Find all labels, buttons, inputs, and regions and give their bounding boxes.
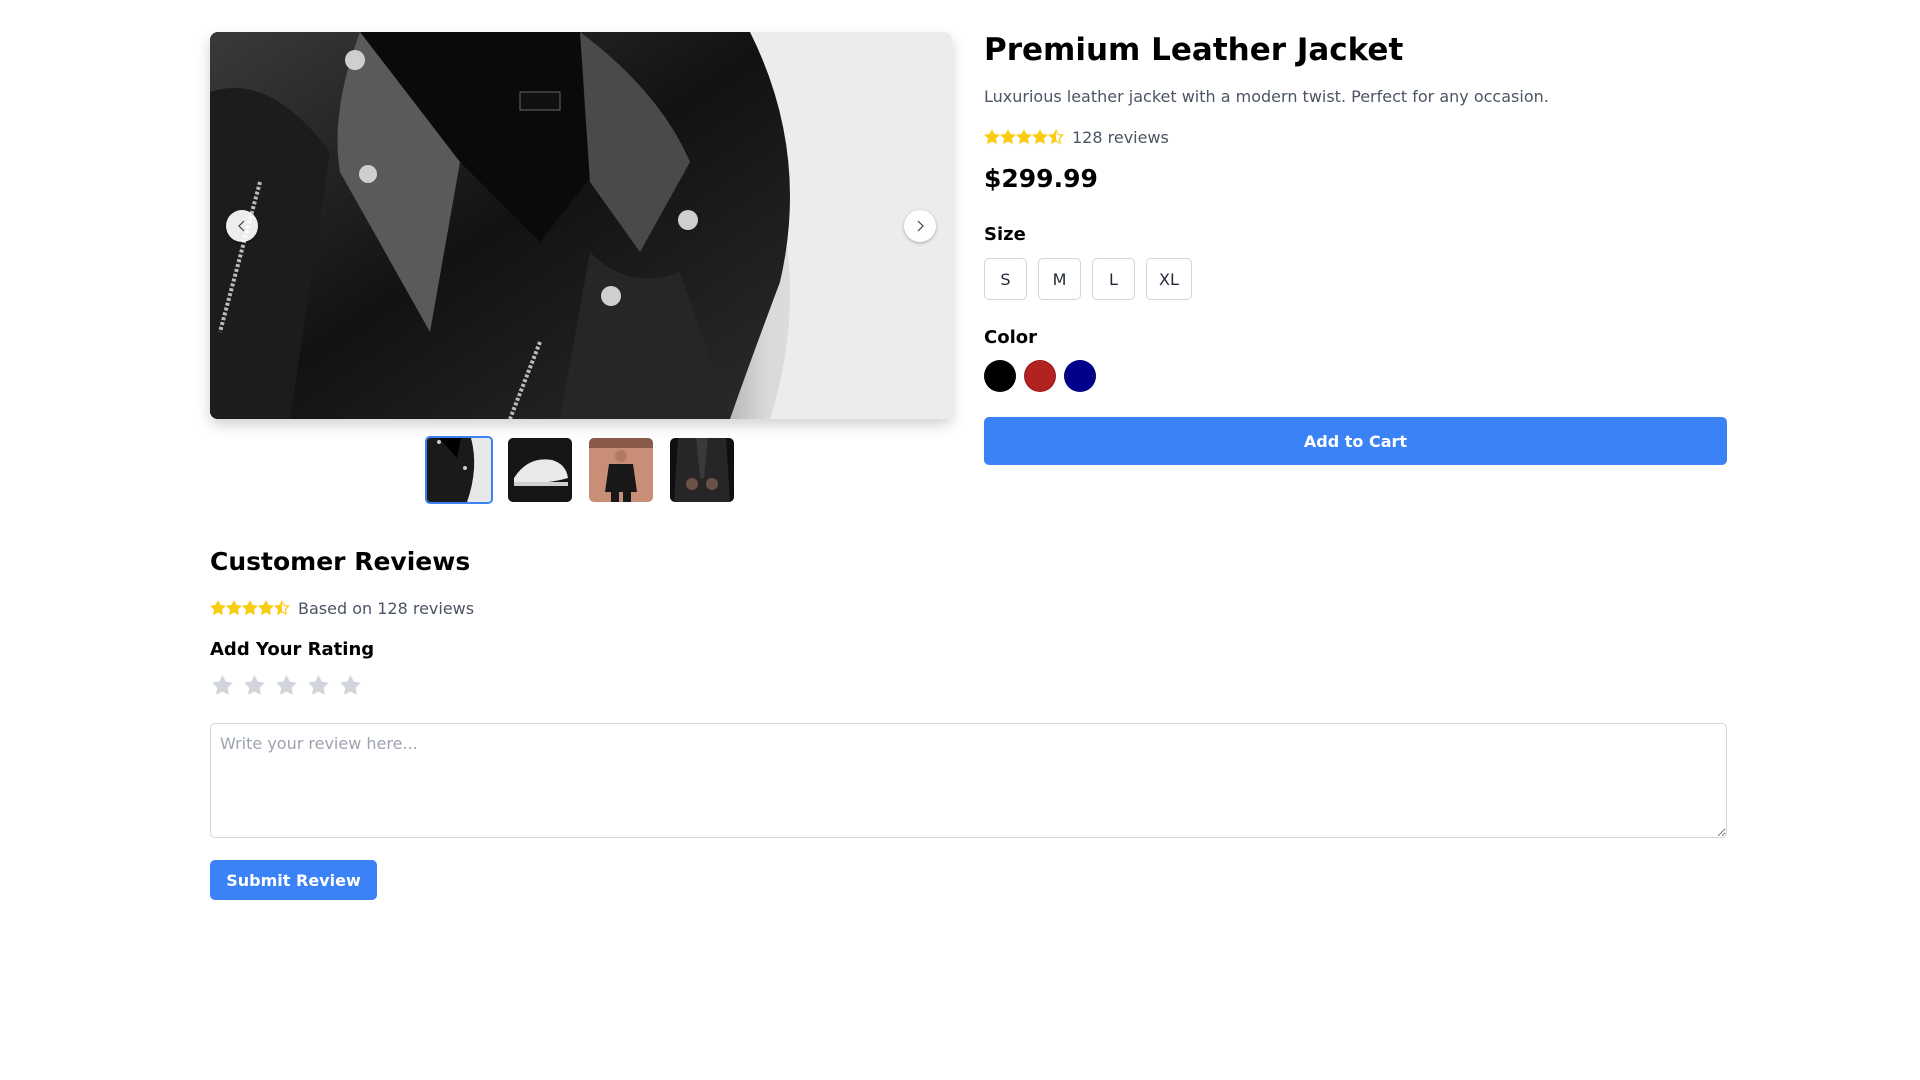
rating-stars <box>984 129 1064 145</box>
add-rating-label: Add Your Rating <box>210 639 375 660</box>
product-title: Premium Leather Jacket <box>984 32 1404 68</box>
color-swatch-black[interactable] <box>984 360 1016 392</box>
rate-star-3-icon[interactable] <box>274 673 299 698</box>
thumbnail-1[interactable] <box>425 436 493 504</box>
thumbnail-strip <box>210 436 952 504</box>
star-filled-icon <box>1000 129 1016 145</box>
rate-star-2-icon[interactable] <box>242 673 267 698</box>
review-count: 128 reviews <box>1072 127 1169 147</box>
review-textarea[interactable] <box>210 723 1727 838</box>
chevron-left-icon <box>238 220 245 232</box>
reviews-summary: Based on 128 reviews <box>210 597 474 619</box>
size-options: S M L XL <box>984 258 1192 300</box>
star-filled-icon <box>210 600 226 616</box>
color-label: Color <box>984 327 1037 348</box>
product-rating: 128 reviews <box>984 126 1169 148</box>
next-image-button[interactable] <box>904 210 936 242</box>
main-product-image <box>210 32 952 419</box>
star-filled-icon <box>242 600 258 616</box>
summary-rating-stars <box>210 600 290 616</box>
rate-star-5-icon[interactable] <box>338 673 363 698</box>
rating-input <box>210 673 363 698</box>
star-filled-icon <box>1032 129 1048 145</box>
prev-image-button[interactable] <box>226 210 258 242</box>
reviews-summary-text: Based on 128 reviews <box>298 598 475 618</box>
size-option-xl[interactable]: XL <box>1146 258 1192 300</box>
thumbnail-3[interactable] <box>589 438 653 502</box>
star-filled-icon <box>258 600 274 616</box>
rate-star-1-icon[interactable] <box>210 673 235 698</box>
star-filled-icon <box>1016 129 1032 145</box>
rate-star-4-icon[interactable] <box>306 673 331 698</box>
size-option-l[interactable]: L <box>1092 258 1135 300</box>
size-option-s[interactable]: S <box>984 258 1027 300</box>
size-label: Size <box>984 224 1026 245</box>
thumbnail-4[interactable] <box>670 438 734 502</box>
chevron-right-icon <box>917 220 924 232</box>
reviews-title: Customer Reviews <box>210 547 471 576</box>
size-option-m[interactable]: M <box>1038 258 1081 300</box>
thumbnail-2[interactable] <box>508 438 572 502</box>
color-options <box>984 360 1096 392</box>
color-swatch-red[interactable] <box>1024 360 1056 392</box>
color-swatch-blue[interactable] <box>1064 360 1096 392</box>
star-filled-icon <box>226 600 242 616</box>
product-price: $299.99 <box>984 164 1098 193</box>
star-half-icon <box>274 600 290 616</box>
submit-review-button[interactable]: Submit Review <box>210 860 377 900</box>
add-to-cart-button[interactable]: Add to Cart <box>984 417 1727 465</box>
star-filled-icon <box>984 129 1000 145</box>
product-description: Luxurious leather jacket with a modern t… <box>984 87 1549 106</box>
star-half-icon <box>1048 129 1064 145</box>
